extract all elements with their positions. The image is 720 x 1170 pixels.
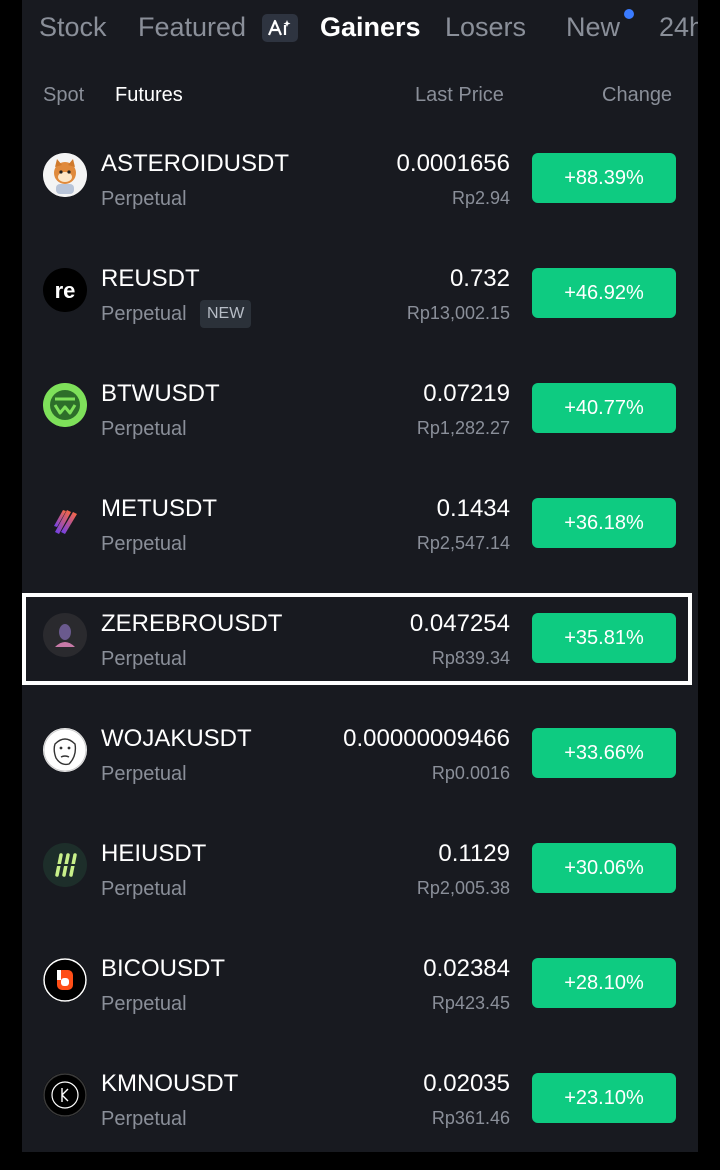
contract-type: Perpetual xyxy=(101,1108,187,1130)
symbol-name: ASTEROIDUSDT xyxy=(101,150,290,177)
list-item[interactable]: WOJAKUSDT Perpetual 0.00000009466 Rp0.00… xyxy=(22,693,698,808)
list-subheader: Spot Futures Last Price Change xyxy=(22,80,698,112)
column-change[interactable]: Change xyxy=(602,84,672,107)
contract-type: Perpetual xyxy=(101,648,187,670)
contract-type: Perpetual xyxy=(101,418,187,440)
last-price: 0.07219 xyxy=(423,380,510,407)
tab-24h[interactable]: 24h xyxy=(659,12,698,43)
wojak-face-icon xyxy=(43,728,87,772)
asteroid-dog-icon xyxy=(43,153,87,197)
tab-featured[interactable]: Featured xyxy=(138,12,246,43)
last-price: 0.047254 xyxy=(409,610,510,637)
list-item[interactable]: HEIUSDT Perpetual 0.1129 Rp2,005.38 +30.… xyxy=(22,808,698,923)
contract-type: Perpetual xyxy=(101,993,187,1015)
tab-new[interactable]: New xyxy=(566,12,620,43)
last-price: 0.0001656 xyxy=(396,150,510,177)
list-item[interactable]: re REUSDT Perpetual NEW 0.732 Rp13,002.1… xyxy=(22,233,698,348)
contract-type: Perpetual xyxy=(101,533,187,555)
symbol-name: WOJAKUSDT xyxy=(101,725,252,752)
symbol-name: BTWUSDT xyxy=(101,380,220,407)
bico-logo-icon xyxy=(43,958,87,1002)
fiat-price: Rp0.0016 xyxy=(431,763,510,783)
last-price: 0.1129 xyxy=(438,840,510,867)
svg-text:re: re xyxy=(55,278,76,303)
symbol-name: REUSDT xyxy=(101,265,200,292)
symbol-name: BICOUSDT xyxy=(101,955,226,982)
change-badge[interactable]: +23.10% xyxy=(532,1073,676,1123)
kmno-logo-icon xyxy=(43,1073,87,1117)
last-price: 0.02035 xyxy=(423,1070,510,1097)
re-logo-icon: re xyxy=(43,268,87,312)
change-badge[interactable]: +33.66% xyxy=(532,728,676,778)
symbol-name: METUSDT xyxy=(101,495,217,522)
market-panel: Stock Featured Gainers Losers New 24h Sp… xyxy=(22,0,698,1152)
tab-losers[interactable]: Losers xyxy=(445,12,526,43)
fiat-price: Rp2,547.14 xyxy=(416,533,510,553)
tab-stock[interactable]: Stock xyxy=(39,12,107,43)
change-badge[interactable]: +36.18% xyxy=(532,498,676,548)
column-last-price[interactable]: Last Price xyxy=(415,84,504,107)
filter-spot[interactable]: Spot xyxy=(43,84,84,107)
last-price: 0.00000009466 xyxy=(343,725,510,752)
last-price: 0.732 xyxy=(449,265,510,292)
change-badge[interactable]: +46.92% xyxy=(532,268,676,318)
list-item[interactable]: ZEREBROUSDT Perpetual 0.047254 Rp839.34 … xyxy=(22,578,698,693)
contract-type: Perpetual xyxy=(101,878,187,900)
symbol-name: KMNOUSDT xyxy=(101,1070,239,1097)
contract-type: Perpetual xyxy=(101,188,187,210)
contract-type: Perpetual xyxy=(101,303,187,325)
met-logo-icon xyxy=(43,498,87,542)
list-item[interactable]: ASTEROIDUSDT Perpetual 0.0001656 Rp2.94 … xyxy=(22,118,698,233)
fiat-price: Rp423.45 xyxy=(431,993,510,1013)
category-tabs: Stock Featured Gainers Losers New 24h xyxy=(22,0,698,60)
ai-sparkle-icon[interactable] xyxy=(262,14,298,42)
change-badge[interactable]: +30.06% xyxy=(532,843,676,893)
fiat-price: Rp361.46 xyxy=(431,1108,510,1128)
fiat-price: Rp2,005.38 xyxy=(416,878,510,898)
list-item[interactable]: BTWUSDT Perpetual 0.07219 Rp1,282.27 +40… xyxy=(22,348,698,463)
list-item[interactable]: KMNOUSDT Perpetual 0.02035 Rp361.46 +23.… xyxy=(22,1038,698,1152)
change-badge[interactable]: +28.10% xyxy=(532,958,676,1008)
list-item[interactable]: METUSDT Perpetual 0.1434 Rp2,547.14 +36.… xyxy=(22,463,698,578)
contract-type: Perpetual xyxy=(101,763,187,785)
notification-dot xyxy=(624,9,634,19)
last-price: 0.1434 xyxy=(436,495,510,522)
fiat-price: Rp2.94 xyxy=(451,188,510,208)
last-price: 0.02384 xyxy=(423,955,510,982)
change-badge[interactable]: +35.81% xyxy=(532,613,676,663)
fiat-price: Rp1,282.27 xyxy=(416,418,510,438)
fiat-price: Rp839.34 xyxy=(431,648,510,668)
hei-logo-icon xyxy=(43,843,87,887)
btw-logo-icon xyxy=(43,383,87,427)
symbol-name: HEIUSDT xyxy=(101,840,207,867)
change-badge[interactable]: +40.77% xyxy=(532,383,676,433)
new-badge: NEW xyxy=(200,300,252,328)
change-badge[interactable]: +88.39% xyxy=(532,153,676,203)
symbol-name: ZEREBROUSDT xyxy=(101,610,283,637)
list-item[interactable]: BICOUSDT Perpetual 0.02384 Rp423.45 +28.… xyxy=(22,923,698,1038)
fiat-price: Rp13,002.15 xyxy=(406,303,510,323)
zerebro-logo-icon xyxy=(43,613,87,657)
filter-futures[interactable]: Futures xyxy=(115,84,183,107)
tab-gainers[interactable]: Gainers xyxy=(320,12,421,43)
